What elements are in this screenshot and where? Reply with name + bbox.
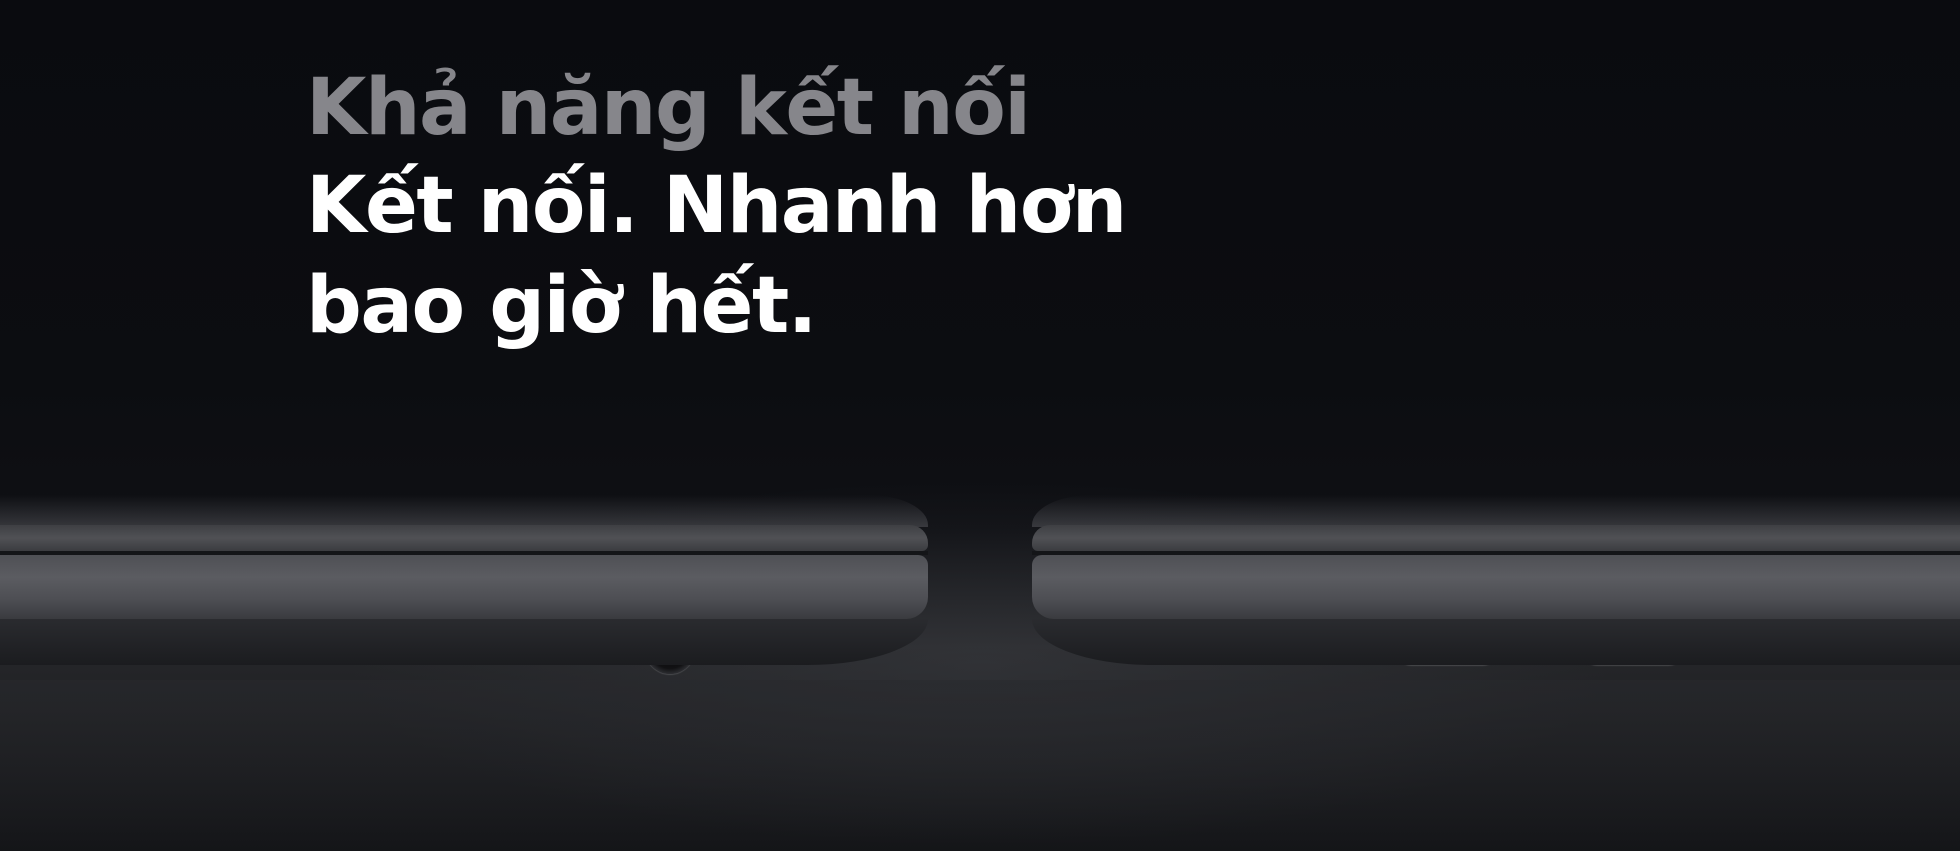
laptop-left-lid <box>0 525 928 551</box>
laptop-right-base <box>1032 555 1960 665</box>
laptop-right-bottom <box>1032 619 1960 665</box>
laptop-left-lid-sheen <box>0 495 928 527</box>
laptop-left-base <box>0 555 928 674</box>
laptop-right-lid-sheen <box>1032 495 1960 527</box>
section-eyebrow: Khả năng kết nối <box>306 63 1031 153</box>
floor-reflection <box>0 680 1960 851</box>
laptop-right-lid <box>1032 525 1960 551</box>
connectivity-hero: Khả năng kết nối Kết nối. Nhanh hơn bao … <box>0 0 1960 851</box>
laptop-left-bottom <box>0 619 928 665</box>
headline-line-2: bao giờ hết. <box>306 261 817 351</box>
laptop-right-side <box>1032 495 1960 685</box>
laptop-left-side <box>0 495 928 685</box>
headline-line-1: Kết nối. Nhanh hơn <box>306 161 1127 251</box>
headline: Khả năng kết nối Kết nối. Nhanh hơn bao … <box>306 60 1127 356</box>
